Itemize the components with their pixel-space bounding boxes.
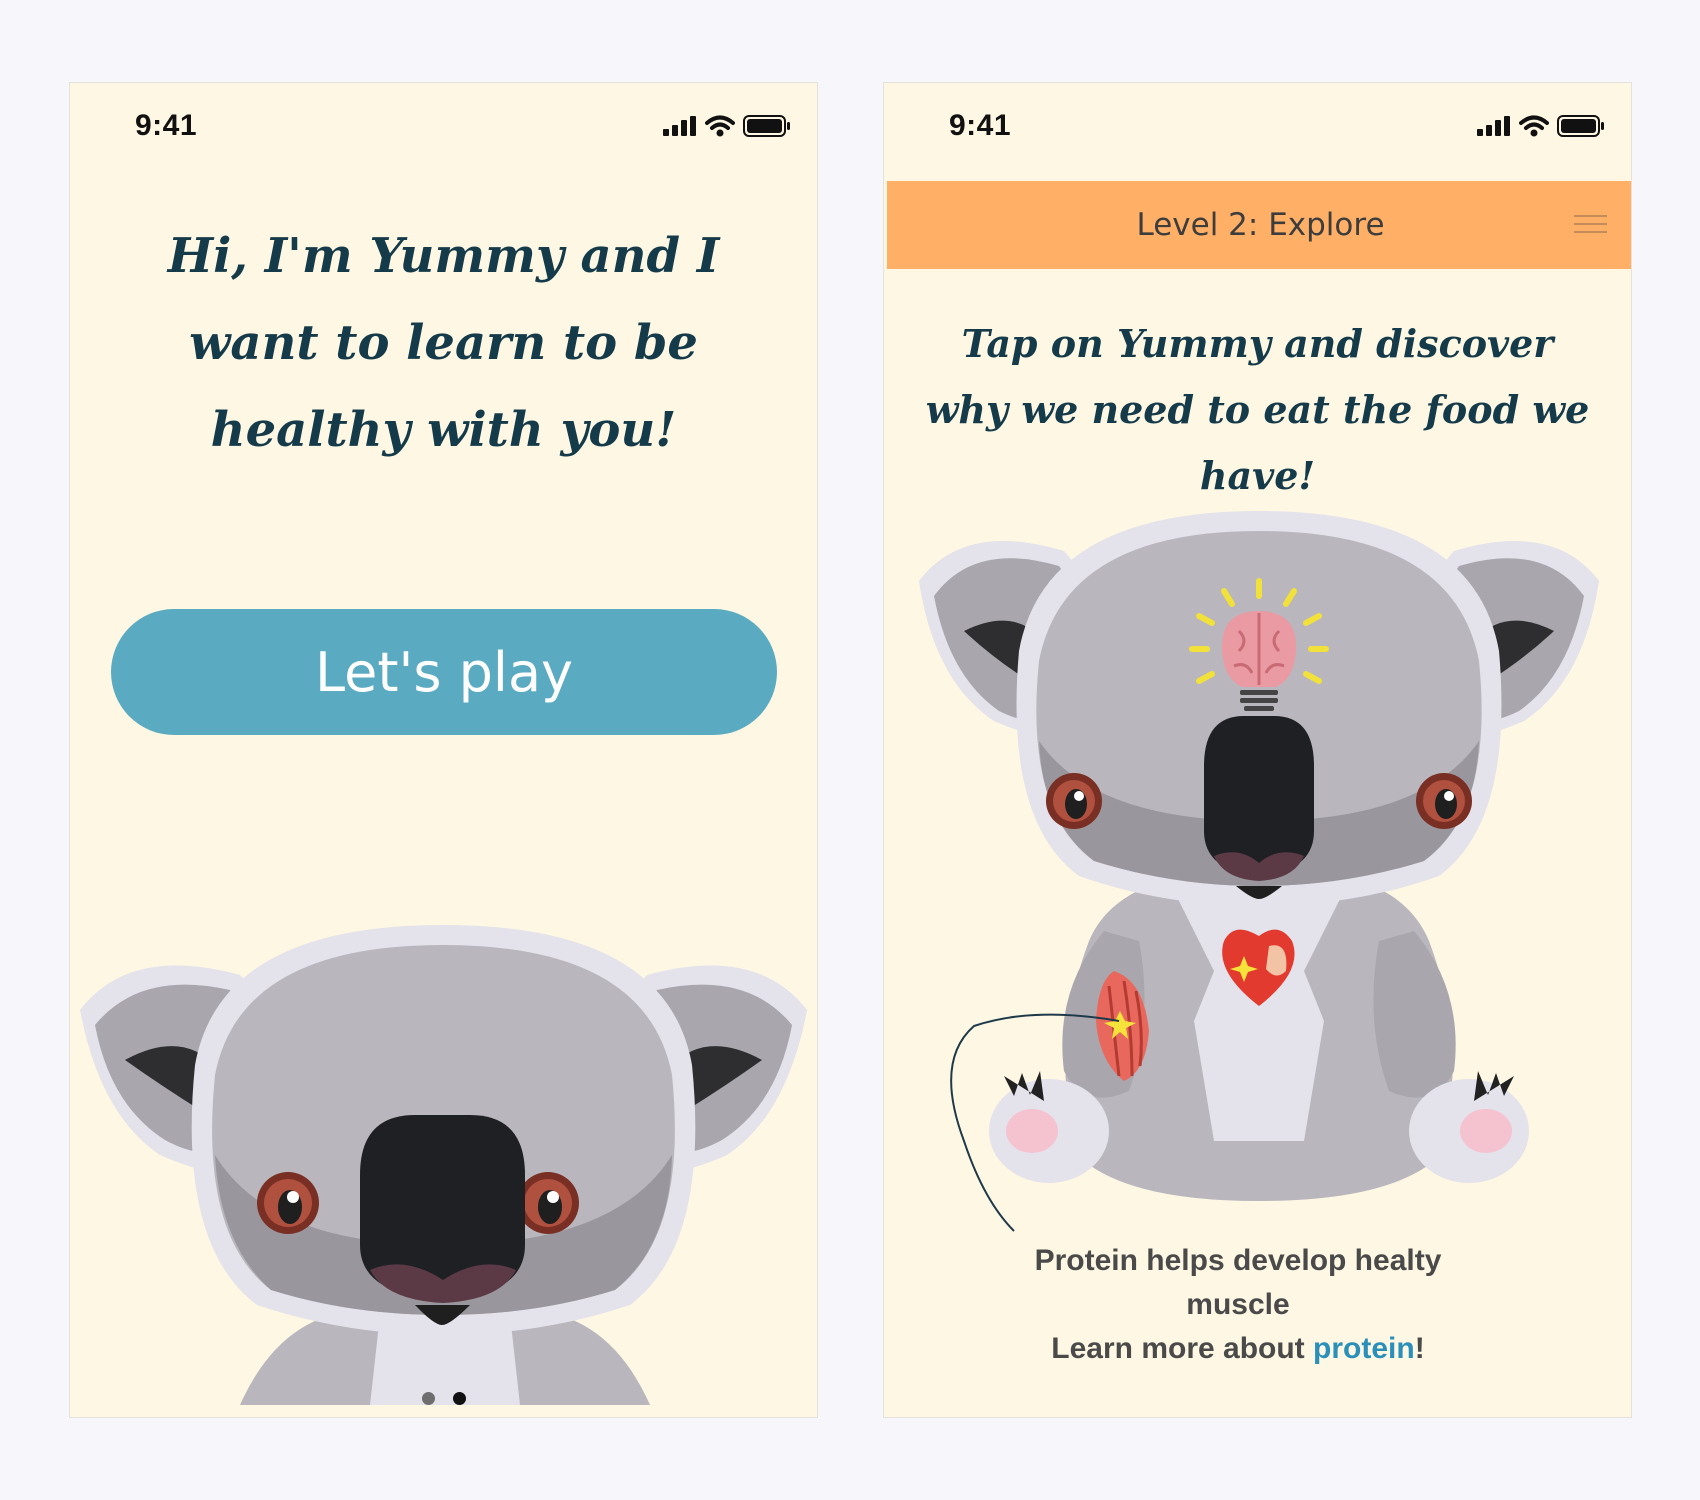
status-time: 9:41: [135, 109, 198, 142]
caption-line-2: Learn more about protein!: [1051, 1332, 1425, 1365]
protein-link[interactable]: protein: [1313, 1332, 1415, 1365]
welcome-headline: Hi, I'm Yummy and I want to learn to be …: [167, 228, 720, 458]
status-time: 9:41: [949, 109, 1012, 142]
status-bar: 9:41: [884, 83, 1631, 173]
level-title: Level 2: Explore: [1136, 207, 1385, 243]
hamburger-menu-icon[interactable]: [1574, 215, 1631, 245]
status-bar: 9:41: [70, 83, 817, 173]
welcome-screen: 9:41 Hi, I'm Yummy and I want to learn t…: [69, 82, 818, 1418]
explore-screen: 9:41 Level 2: Explore Tap on Yummy and d…: [883, 82, 1632, 1418]
koala-mascot-icon[interactable]: [914, 501, 1604, 1321]
signal-icon: [1477, 116, 1510, 136]
battery-icon: [743, 115, 790, 137]
wifi-icon: [1519, 115, 1549, 137]
wifi-icon: [705, 115, 735, 137]
caption-line-1: Protein helps develop healty muscle: [1034, 1244, 1442, 1321]
signal-icon: [663, 116, 696, 136]
pager-dots: [422, 1392, 466, 1405]
koala-mascot-icon[interactable]: [70, 915, 817, 1418]
explore-headline: Tap on Yummy and discover why we need to…: [925, 321, 1590, 498]
battery-icon: [1557, 115, 1604, 137]
lets-play-button[interactable]: Let's play: [111, 609, 777, 735]
level-header-bar: Level 2: Explore: [887, 181, 1631, 269]
nutrition-caption: Protein helps develop healty muscle Lear…: [984, 1239, 1492, 1371]
pager-dot-2-active[interactable]: [453, 1392, 466, 1405]
pager-dot-1[interactable]: [422, 1392, 435, 1405]
